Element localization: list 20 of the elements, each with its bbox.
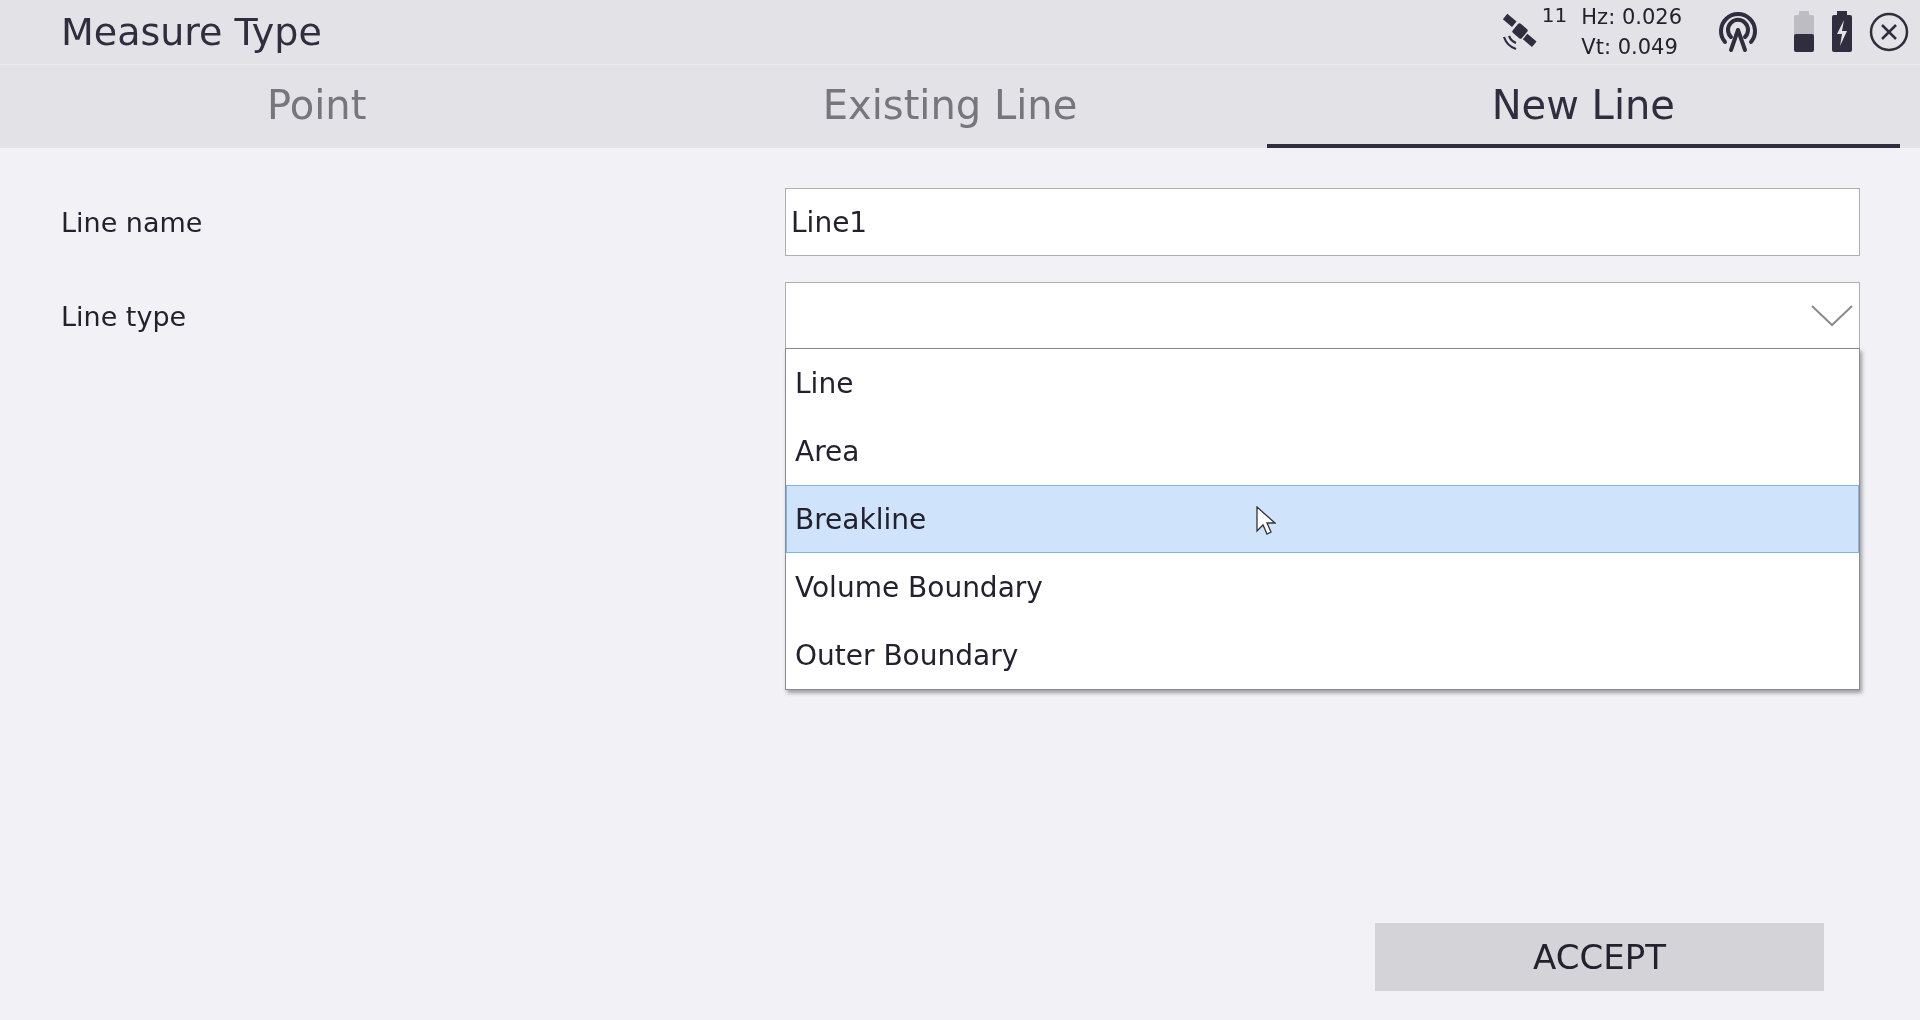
dropdown-option[interactable]: Volume Boundary	[786, 553, 1859, 621]
battery-icon[interactable]	[1792, 10, 1816, 54]
dropdown-option[interactable]: Breakline	[786, 485, 1859, 553]
cursor-icon	[1256, 506, 1276, 536]
satellite-count: 11	[1541, 3, 1568, 27]
window-title: Measure Type	[61, 10, 323, 54]
accept-button[interactable]: ACCEPT	[1375, 923, 1824, 991]
chevron-down-icon	[1811, 305, 1853, 327]
line-name-label: Line name	[61, 206, 204, 238]
line-name-field[interactable]: Line1	[785, 188, 1860, 256]
dropdown-option[interactable]: Outer Boundary	[786, 621, 1859, 689]
line-type-label: Line type	[61, 300, 188, 332]
close-icon[interactable]	[1868, 11, 1910, 53]
dropdown-option[interactable]: Line	[786, 349, 1859, 417]
vt-accuracy: Vt: 0.049	[1581, 34, 1679, 61]
signal-broadcast-icon[interactable]	[1716, 10, 1760, 54]
dropdown-option[interactable]: Area	[786, 417, 1859, 485]
tab[interactable]: New Line	[1266, 65, 1900, 148]
hz-accuracy: Hz: 0.026	[1581, 4, 1682, 31]
charging-battery-icon[interactable]	[1830, 10, 1854, 54]
